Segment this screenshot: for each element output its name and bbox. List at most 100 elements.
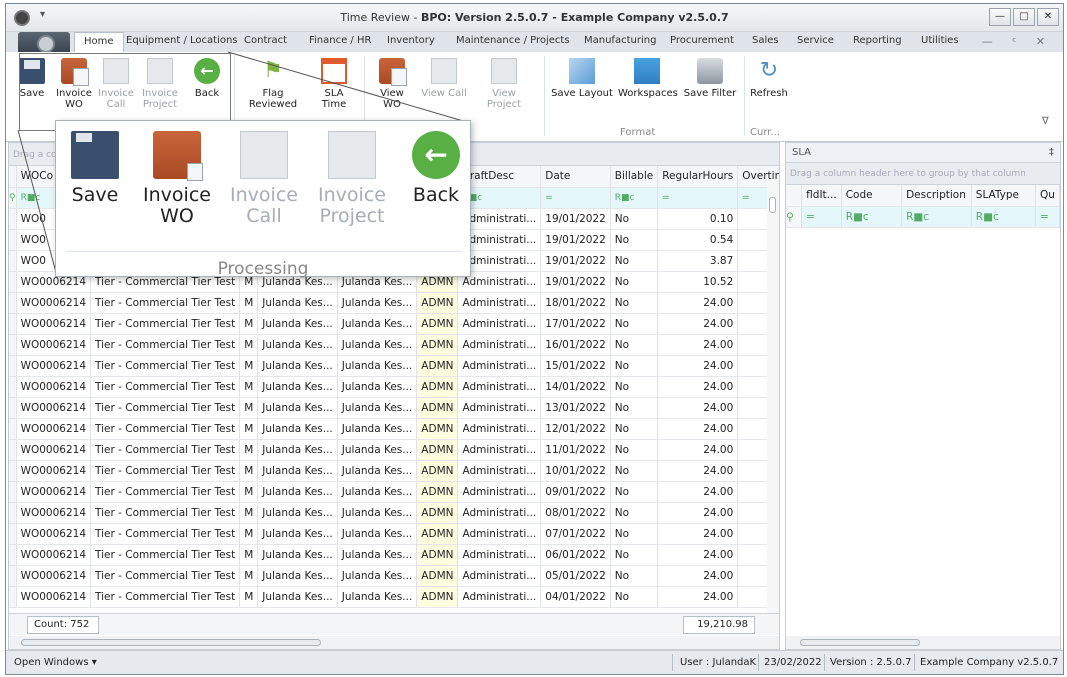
cell-date[interactable]: 09/01/2022 [540,481,611,503]
save-layout-button[interactable]: Save Layout [550,58,614,99]
tab-service[interactable]: Service [797,35,834,46]
row-indicator[interactable] [9,208,17,230]
scrollbar-thumb[interactable] [800,639,920,646]
cell-employee[interactable]: Julanda Kes... [257,544,338,566]
cell-employee[interactable]: Julanda Kes... [257,586,338,608]
row-indicator[interactable] [9,334,17,356]
cell-billable[interactable]: No [610,418,659,440]
cell-date[interactable]: 17/01/2022 [540,313,611,335]
cell-craft[interactable]: ADMN [416,397,459,419]
close-button[interactable]: ✕ [1037,8,1059,26]
cell-craftdesc[interactable]: Administrati... [457,292,542,314]
cell-date[interactable]: 11/01/2022 [540,439,611,461]
sla-column-header[interactable]: SLAType [971,185,1037,207]
cell-employee[interactable]: Julanda Kes... [257,523,338,545]
row-indicator[interactable] [9,376,17,398]
cell-craftdesc[interactable]: Administrati... [457,376,542,398]
cell-date[interactable]: 15/01/2022 [540,355,611,377]
cell-woco[interactable]: WO0006214 [16,586,92,608]
cell-regularhours[interactable]: 24.00 [657,397,739,419]
cell-employee[interactable]: Julanda Kes... [257,502,338,524]
cell-assigned-to[interactable]: Julanda Kes... [337,418,418,440]
table-row[interactable]: WO0006214 Tier - Commercial Tier Test M Jul… [9,586,779,608]
column-header-overtime[interactable]: Overtin [737,166,779,188]
cell-craft[interactable]: ADMN [416,544,459,566]
mdi-window-controls[interactable]: — ᶜ ✕ [982,35,1053,48]
cell-craftdesc[interactable]: Administrati... [457,565,542,587]
cell-date[interactable]: 08/01/2022 [540,502,611,524]
cell-employee[interactable]: Julanda Kes... [257,355,338,377]
table-row[interactable]: WO0006214 Tier - Commercial Tier Test M Jul… [9,544,779,566]
view-project-button[interactable]: View Project [474,58,534,110]
row-indicator[interactable] [9,544,17,566]
cell-billable[interactable]: No [610,481,659,503]
cell-description[interactable]: Tier - Commercial Tier Test [90,397,241,419]
collapse-ribbon-icon[interactable]: ∇ [1042,116,1049,127]
cell-woco[interactable]: WO0006214 [16,439,92,461]
cell-craftdesc[interactable]: Administrati... [457,334,542,356]
cell-assigned-to[interactable]: Julanda Kes... [337,565,418,587]
cell-woco[interactable]: WO0006214 [16,481,92,503]
cell-regularhours[interactable]: 24.00 [657,292,739,314]
cell-assigned-to[interactable]: Julanda Kes... [337,544,418,566]
scrollbar-thumb[interactable] [769,197,776,213]
cell-date[interactable]: 18/01/2022 [540,292,611,314]
cell-craft[interactable]: ADMN [416,439,459,461]
cell-description[interactable]: Tier - Commercial Tier Test [90,502,241,524]
table-row[interactable]: WO0006214 Tier - Commercial Tier Test M Jul… [9,481,779,503]
sla-horizontal-scrollbar[interactable] [786,636,1060,649]
cell-regularhours[interactable]: 24.00 [657,313,739,335]
cell-description[interactable]: Tier - Commercial Tier Test [90,355,241,377]
tab-finance-hr[interactable]: Finance / HR [309,35,371,46]
filter-cell[interactable]: = [1035,206,1060,228]
cell-regularhours[interactable]: 24.00 [657,418,739,440]
cell-craft[interactable]: ADMN [416,586,459,608]
cell-craft[interactable]: ADMN [416,313,459,335]
sla-time-button[interactable]: SLA Time [312,58,356,110]
cell-date[interactable]: 14/01/2022 [540,376,611,398]
row-indicator[interactable] [9,355,17,377]
tab-utilities[interactable]: Utilities [921,35,959,46]
row-indicator[interactable] [9,250,17,272]
row-indicator[interactable] [9,565,17,587]
cell-date[interactable]: 13/01/2022 [540,397,611,419]
cell-assigned-to[interactable]: Julanda Kes... [337,460,418,482]
grid-horizontal-scrollbar[interactable] [9,636,779,649]
tab-contract[interactable]: Contract [244,35,287,46]
cell-assigned-to[interactable]: Julanda Kes... [337,292,418,314]
refresh-button[interactable]: ↻ Refresh [748,58,790,99]
column-header-billable[interactable]: Billable [610,166,659,188]
cell-assigned-to[interactable]: Julanda Kes... [337,481,418,503]
cell-regularhours[interactable]: 3.87 [657,250,739,272]
cell-type[interactable]: M [239,460,259,482]
cell-date[interactable]: 07/01/2022 [540,523,611,545]
cell-date[interactable]: 12/01/2022 [540,418,611,440]
cell-assigned-to[interactable]: Julanda Kes... [337,313,418,335]
cell-billable[interactable]: No [610,565,659,587]
cell-woco[interactable]: WO0006214 [16,460,92,482]
cell-billable[interactable]: No [610,439,659,461]
cell-type[interactable]: M [239,586,259,608]
table-row[interactable]: WO0006214 Tier - Commercial Tier Test M Jul… [9,313,779,335]
cell-regularhours[interactable]: 24.00 [657,523,739,545]
sla-column-header[interactable]: Qu [1035,185,1060,207]
cell-type[interactable]: M [239,334,259,356]
sla-column-header[interactable]: Code [841,185,903,207]
row-indicator[interactable] [9,313,17,335]
column-header-regularhours[interactable]: RegularHours [657,166,739,188]
cell-regularhours[interactable]: 24.00 [657,376,739,398]
table-row[interactable]: WO0006214 Tier - Commercial Tier Test M Jul… [9,418,779,440]
tab-equipment-locations[interactable]: Equipment / Locations [126,35,238,46]
cell-type[interactable]: M [239,376,259,398]
tab-reporting[interactable]: Reporting [853,35,902,46]
cell-craft[interactable]: ADMN [416,481,459,503]
table-row[interactable]: WO0006214 Tier - Commercial Tier Test M Jul… [9,523,779,545]
cell-woco[interactable]: WO0006214 [16,355,92,377]
cell-craft[interactable]: ADMN [416,376,459,398]
cell-assigned-to[interactable]: Julanda Kes... [337,397,418,419]
table-row[interactable]: WO0006214 Tier - Commercial Tier Test M Jul… [9,292,779,314]
cell-regularhours[interactable]: 0.10 [657,208,739,230]
cell-craft[interactable]: ADMN [416,355,459,377]
filter-cell[interactable]: = [657,187,739,209]
table-row[interactable]: WO0006214 Tier - Commercial Tier Test M Jul… [9,334,779,356]
